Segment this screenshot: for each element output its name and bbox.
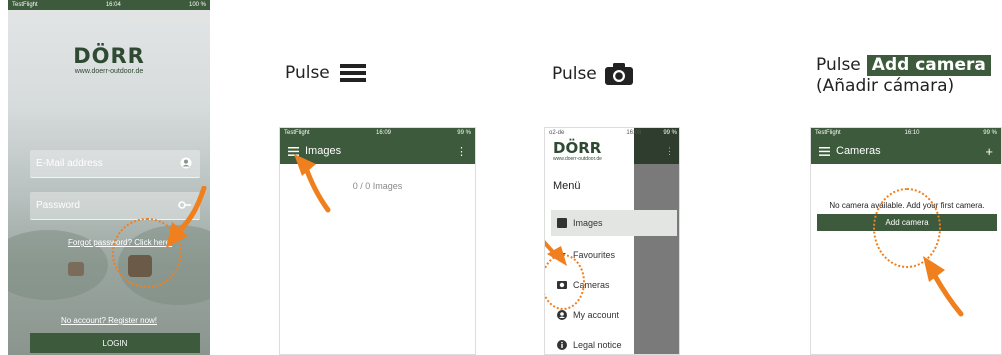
- status-time: 16:08: [626, 130, 642, 136]
- app-logo: DÖRR: [73, 44, 145, 68]
- menu-item-legal-notice[interactable]: Legal notice: [551, 332, 677, 354]
- menu-item-label: Images: [573, 218, 603, 228]
- email-field[interactable]: E-Mail address: [30, 150, 200, 178]
- pulse-text: Pulse: [285, 63, 330, 83]
- status-time: 16:10: [904, 130, 920, 136]
- cameras-screen: TestFlight 16:10 99 % Cameras + No camer…: [810, 127, 1002, 355]
- pointer-arrow: [923, 256, 964, 317]
- step2-caption: Pulse: [285, 63, 366, 83]
- status-carrier: TestFlight: [12, 2, 38, 8]
- more-options-icon[interactable]: ⋮: [456, 145, 467, 158]
- password-placeholder: Password: [36, 200, 80, 211]
- images-screen: TestFlight 16:09 99 % Images ⋮ 0 / 0 Ima…: [279, 127, 476, 355]
- pointer-arrow: [166, 186, 207, 248]
- step4-caption: Pulse Add camera (Añadir cámara): [816, 55, 991, 97]
- translation-text: (Añadir cámara): [816, 76, 955, 96]
- add-camera-label: Add camera: [866, 55, 991, 76]
- menu-item-label: Legal notice: [573, 340, 622, 350]
- menu-item-label: Favourites: [573, 250, 616, 260]
- status-bar: TestFlight 16:09 99 %: [280, 128, 475, 138]
- status-bar: o2-de 16:08 99 %: [545, 128, 679, 138]
- pointer-arrow: [294, 154, 331, 213]
- menu-screen: ⋮ o2-de 16:08 99 % DÖRR www.doerr-outdoo…: [544, 127, 680, 355]
- status-battery: 99 %: [983, 130, 997, 136]
- info-icon: [557, 340, 567, 350]
- hamburger-menu-icon[interactable]: [819, 146, 830, 156]
- pointer-arrow: [545, 240, 567, 266]
- hamburger-menu-icon: [339, 64, 366, 82]
- status-carrier: TestFlight: [284, 130, 310, 136]
- menu-item-label: My account: [573, 310, 620, 320]
- add-icon[interactable]: +: [985, 144, 993, 159]
- app-header: TestFlight 16:10 99 % Cameras +: [811, 128, 1001, 164]
- user-icon: [180, 157, 192, 169]
- status-time: 16:04: [105, 2, 121, 8]
- status-carrier: o2-de: [549, 130, 565, 136]
- website-text: www.doerr-outdoor.de: [553, 156, 602, 162]
- status-time: 16:09: [375, 130, 391, 136]
- more-options-icon: ⋮: [665, 146, 674, 156]
- app-logo: DÖRR: [553, 139, 602, 157]
- camera-icon: [604, 63, 633, 85]
- status-battery: 99 %: [663, 130, 677, 136]
- status-bar: TestFlight 16:04 100 %: [8, 0, 210, 10]
- status-bar: TestFlight 16:10 99 %: [811, 128, 1001, 138]
- login-screen: TestFlight 16:04 100 % DÖRR www.doerr-ou…: [8, 0, 210, 355]
- status-battery: 100 %: [188, 2, 206, 8]
- email-placeholder: E-Mail address: [36, 158, 103, 169]
- step3-caption: Pulse: [552, 63, 633, 85]
- website-text: www.doerr-outdoor.de: [74, 68, 144, 75]
- deer-image: [68, 262, 84, 276]
- pulse-text: Pulse: [816, 55, 861, 75]
- status-battery: 99 %: [457, 130, 471, 136]
- page-title: Cameras: [836, 145, 881, 157]
- login-button[interactable]: LOGIN: [30, 333, 200, 353]
- register-link[interactable]: No account? Register now!: [8, 316, 210, 325]
- menu-title: Menü: [553, 180, 581, 192]
- status-carrier: TestFlight: [815, 130, 841, 136]
- account-icon: [557, 310, 567, 320]
- pulse-text: Pulse: [552, 64, 597, 84]
